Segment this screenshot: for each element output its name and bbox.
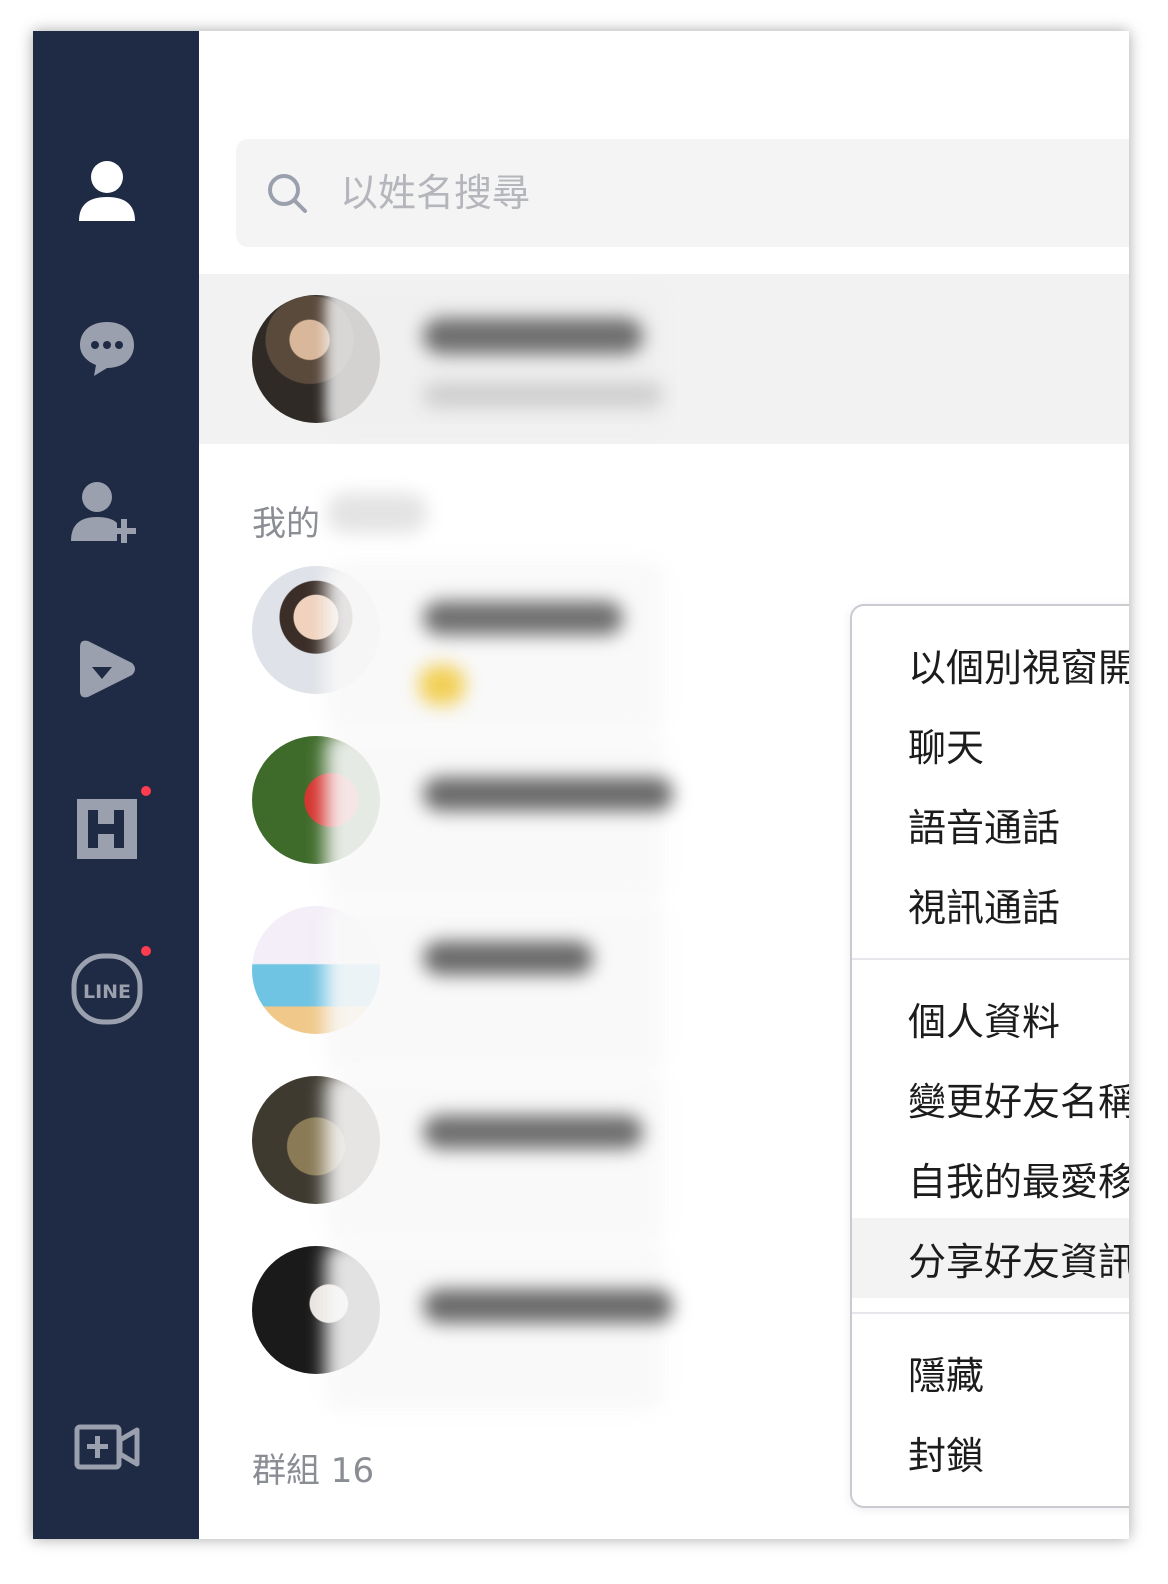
menu-item-share-contact[interactable]: 分享好友資訊 bbox=[852, 1218, 1129, 1298]
person-icon bbox=[79, 161, 135, 221]
redacted-name bbox=[423, 318, 643, 354]
line-app-window: LINE 我的 bbox=[33, 31, 1129, 1539]
menu-item-chat[interactable]: 聊天 bbox=[852, 704, 1129, 784]
menu-item-block[interactable]: 封鎖 bbox=[852, 1412, 1129, 1492]
h-square-icon bbox=[77, 799, 137, 859]
menu-item-video-call[interactable]: 視訊通話 bbox=[852, 864, 1129, 944]
redacted-emoji bbox=[419, 665, 465, 705]
redacted-name bbox=[423, 601, 623, 635]
search-bar[interactable] bbox=[236, 139, 1129, 247]
context-menu: 以個別視窗開啟 聊天 語音通話 視訊通話 個人資料 變更好友名稱 自我的最愛移除… bbox=[850, 604, 1129, 1508]
line-logo-icon: LINE bbox=[71, 953, 143, 1025]
redacted-area bbox=[325, 1241, 665, 1411]
redacted-area bbox=[325, 731, 665, 901]
redacted-name bbox=[423, 1115, 643, 1149]
today-notification-dot bbox=[141, 786, 151, 796]
video-add-icon bbox=[74, 1424, 140, 1470]
friends-panel: 我的 群組 16 bbox=[199, 31, 1129, 1539]
redacted-name bbox=[423, 777, 673, 811]
redacted-area bbox=[325, 284, 665, 434]
my-profile-row[interactable] bbox=[199, 274, 1129, 444]
sidebar-item-friends[interactable] bbox=[67, 151, 147, 231]
sidebar-item-line[interactable]: LINE bbox=[67, 949, 147, 1029]
menu-item-open-window[interactable]: 以個別視窗開啟 bbox=[852, 624, 1129, 704]
favorites-section-label: 我的 bbox=[252, 504, 320, 544]
sidebar-item-meeting[interactable] bbox=[67, 1407, 147, 1487]
add-friend-icon bbox=[71, 482, 136, 543]
chat-bubble-icon bbox=[80, 322, 134, 376]
redacted-name bbox=[423, 1289, 673, 1323]
sidebar-item-add-friend[interactable] bbox=[67, 471, 147, 551]
menu-item-hide[interactable]: 隱藏 bbox=[852, 1332, 1129, 1412]
menu-divider bbox=[852, 958, 1129, 960]
redacted-area bbox=[325, 561, 665, 731]
play-icon bbox=[80, 640, 135, 698]
menu-item-remove-favorite[interactable]: 自我的最愛移除 bbox=[852, 1138, 1129, 1218]
groups-section-label: 群組 16 bbox=[252, 1451, 375, 1491]
line-logo-text: LINE bbox=[83, 981, 131, 1003]
redacted-label bbox=[327, 493, 427, 533]
sidebar-item-today[interactable] bbox=[67, 789, 147, 869]
line-notification-dot bbox=[141, 946, 151, 956]
sidebar-item-chats[interactable] bbox=[67, 309, 147, 389]
redacted-status bbox=[423, 382, 663, 408]
menu-item-rename-friend[interactable]: 變更好友名稱 bbox=[852, 1058, 1129, 1138]
redacted-name bbox=[423, 941, 593, 975]
sidebar: LINE bbox=[33, 31, 199, 1539]
search-icon bbox=[268, 174, 307, 213]
redacted-area bbox=[325, 901, 665, 1071]
menu-item-voice-call[interactable]: 語音通話 bbox=[852, 784, 1129, 864]
menu-item-profile[interactable]: 個人資料 bbox=[852, 978, 1129, 1058]
redacted-area bbox=[325, 1071, 665, 1241]
sidebar-item-voom[interactable] bbox=[67, 629, 147, 709]
menu-divider bbox=[852, 1312, 1129, 1314]
search-input[interactable] bbox=[338, 170, 1042, 216]
